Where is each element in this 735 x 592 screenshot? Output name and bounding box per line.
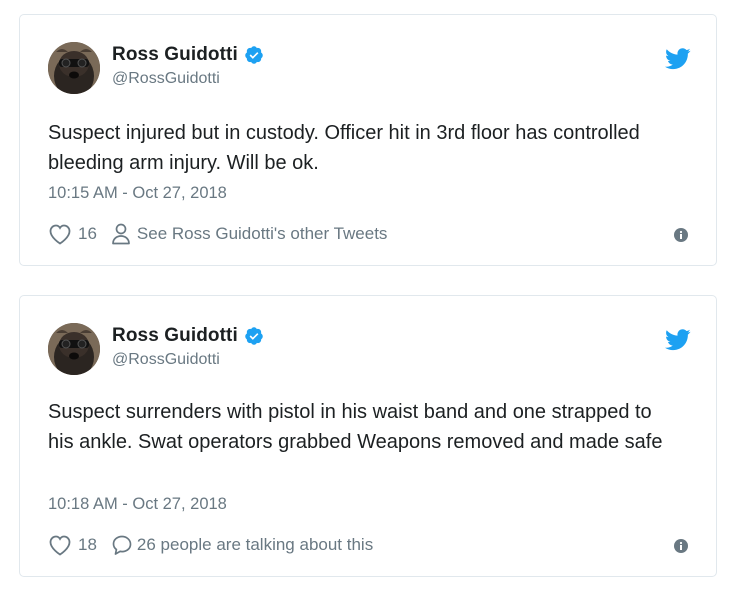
tweet-timestamp[interactable]: 10:15 AM - Oct 27, 2018 <box>48 184 227 203</box>
verified-badge-icon <box>244 45 264 65</box>
see-other-tweets-link[interactable]: See Ross Guidotti's other Tweets <box>137 224 388 244</box>
author-name[interactable]: Ross Guidotti <box>112 44 238 66</box>
tweet-timestamp[interactable]: 10:18 AM - Oct 27, 2018 <box>48 495 227 514</box>
author-name[interactable]: Ross Guidotti <box>112 325 238 347</box>
info-icon[interactable] <box>674 539 688 553</box>
conversation-link[interactable]: 26 people are talking about this <box>137 535 373 555</box>
heart-icon[interactable] <box>48 534 72 556</box>
tweet-text: Suspect injured but in custody. Officer … <box>48 122 640 174</box>
author-handle[interactable]: @RossGuidotti <box>112 351 220 369</box>
avatar-image <box>48 323 100 375</box>
avatar-image <box>48 42 100 94</box>
verified-badge-icon <box>244 326 264 346</box>
like-count[interactable]: 16 <box>78 224 97 244</box>
tweet-card[interactable]: Ross Guidotti @RossGuidotti Suspect surr… <box>19 295 717 577</box>
author-row[interactable]: Ross Guidotti <box>112 324 264 348</box>
author-handle[interactable]: @RossGuidotti <box>112 70 220 88</box>
avatar[interactable] <box>48 323 100 375</box>
twitter-bird-icon[interactable] <box>665 329 691 351</box>
tweet-text: Suspect surrenders with pistol in his wa… <box>48 401 663 453</box>
tweet-actions: 18 26 people are talking about this <box>48 532 373 558</box>
person-icon[interactable] <box>111 223 131 245</box>
tweet-card[interactable]: Ross Guidotti @RossGuidotti Suspect inju… <box>19 14 717 266</box>
tweet-actions: 16 See Ross Guidotti's other Tweets <box>48 221 387 247</box>
heart-icon[interactable] <box>48 223 72 245</box>
like-count[interactable]: 18 <box>78 535 97 555</box>
author-row[interactable]: Ross Guidotti <box>112 43 264 67</box>
info-icon[interactable] <box>674 228 688 242</box>
avatar[interactable] <box>48 42 100 94</box>
speech-bubble-icon[interactable] <box>111 534 132 556</box>
twitter-bird-icon[interactable] <box>665 48 691 70</box>
